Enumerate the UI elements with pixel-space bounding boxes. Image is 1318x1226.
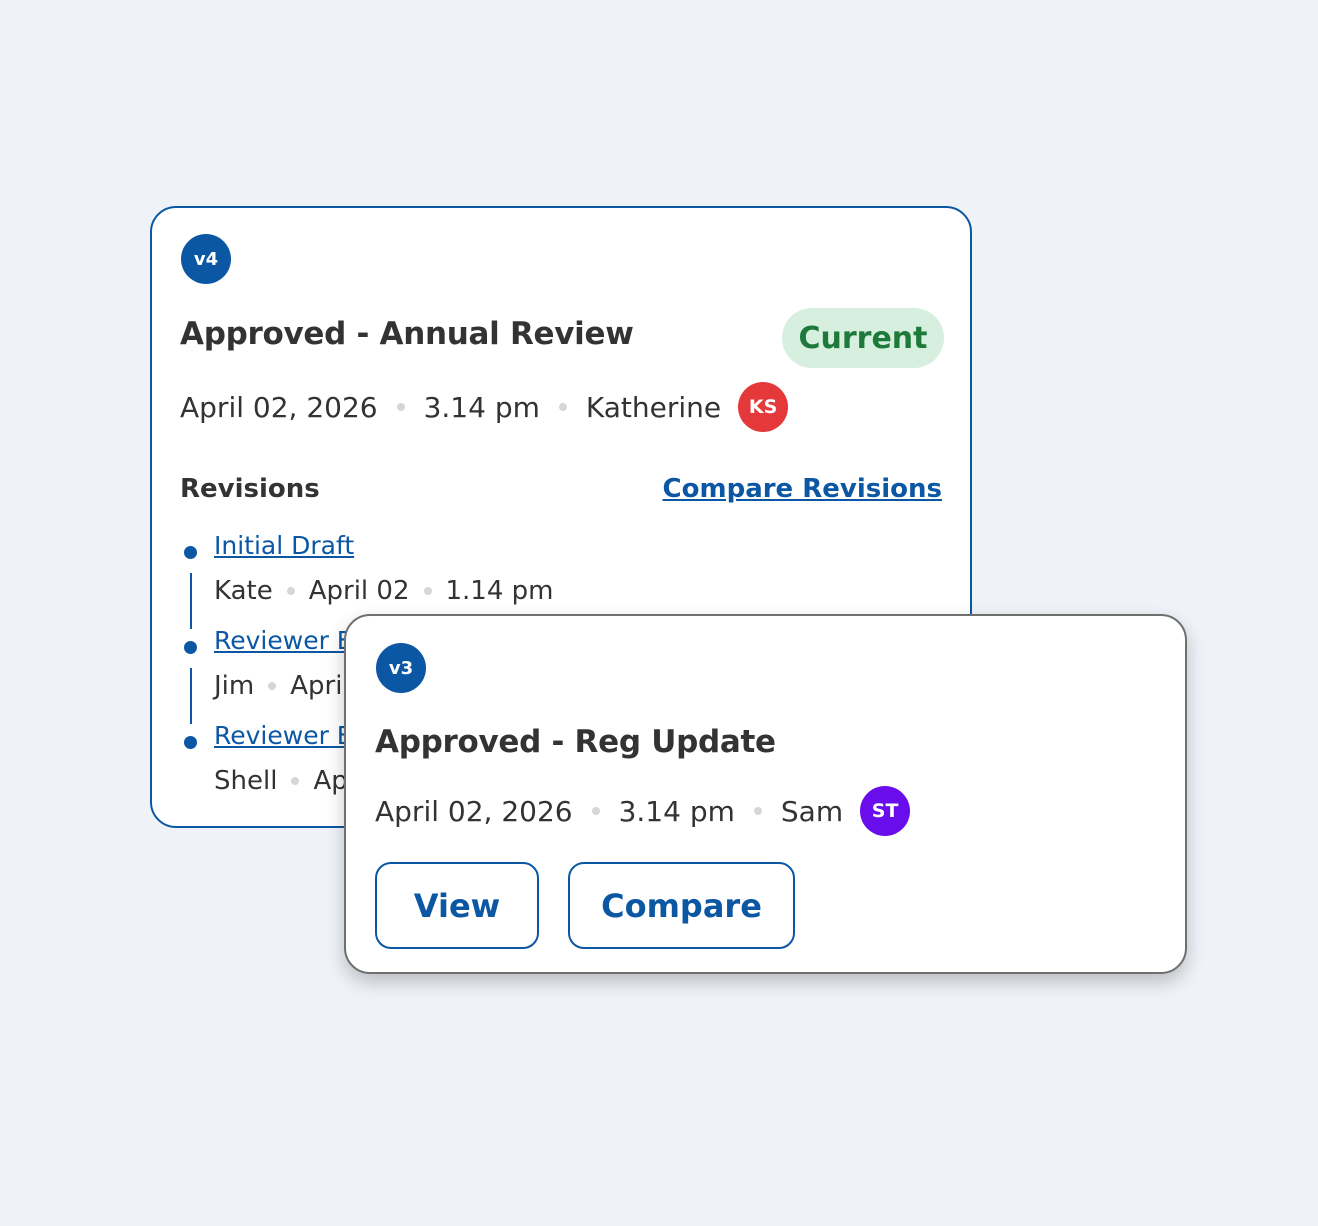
revision-title-link[interactable]: Initial Draft xyxy=(214,531,354,560)
revision-author: Jim xyxy=(214,671,255,701)
avatar: ST xyxy=(860,786,911,836)
version-title: Approved - Reg Update xyxy=(375,724,776,760)
version-date: April 02, 2026 xyxy=(375,794,573,828)
compare-button[interactable]: Compare xyxy=(568,862,795,949)
version-badge: v4 xyxy=(181,234,231,284)
revision-title-link[interactable]: Reviewer E xyxy=(214,626,353,655)
status-badge: Current xyxy=(782,308,944,368)
timeline-dot xyxy=(184,641,197,654)
timeline-dot xyxy=(184,736,197,749)
revision-meta: Jim Apri xyxy=(214,671,342,701)
version-time: 3.14 pm xyxy=(423,390,540,424)
version-date: April 02, 2026 xyxy=(180,390,378,424)
version-meta: April 02, 2026 3.14 pm Sam ST xyxy=(375,786,911,836)
revision-author: Kate xyxy=(214,576,273,606)
timeline-connector xyxy=(190,573,192,629)
separator-dot xyxy=(291,777,300,785)
compare-revisions-link[interactable]: Compare Revisions xyxy=(663,474,942,504)
revision-author: Shell xyxy=(214,766,278,796)
revision-title-link[interactable]: Reviewer E xyxy=(214,721,353,750)
version-title: Approved - Annual Review xyxy=(180,316,634,352)
version-badge: v3 xyxy=(376,643,426,693)
revision-date: April 02 xyxy=(308,576,410,606)
version-time: 3.14 pm xyxy=(618,794,735,828)
separator-dot xyxy=(268,682,277,690)
separator-dot xyxy=(753,807,762,815)
revision-meta: Kate April 02 1.14 pm xyxy=(214,576,554,606)
separator-dot xyxy=(558,403,567,411)
separator-dot xyxy=(286,587,295,595)
revision-date: Ap xyxy=(313,766,348,796)
version-card-v3: v3 Approved - Reg Update April 02, 2026 … xyxy=(344,614,1187,974)
view-button[interactable]: View xyxy=(375,862,539,949)
avatar: KS xyxy=(738,382,789,432)
revision-meta: Shell Ap xyxy=(214,766,348,796)
timeline-dot xyxy=(184,546,197,559)
separator-dot xyxy=(591,807,600,815)
revision-time: 1.14 pm xyxy=(445,576,554,606)
version-author: Katherine xyxy=(585,390,722,424)
separator-dot xyxy=(396,403,405,411)
version-author: Sam xyxy=(780,794,844,828)
revision-item: Initial Draft Kate April 02 1.14 pm xyxy=(180,528,940,629)
separator-dot xyxy=(423,587,432,595)
version-meta: April 02, 2026 3.14 pm Katherine KS xyxy=(180,382,789,432)
timeline-connector xyxy=(190,668,192,724)
revisions-heading: Revisions xyxy=(180,474,320,504)
revision-date: Apri xyxy=(290,671,343,701)
